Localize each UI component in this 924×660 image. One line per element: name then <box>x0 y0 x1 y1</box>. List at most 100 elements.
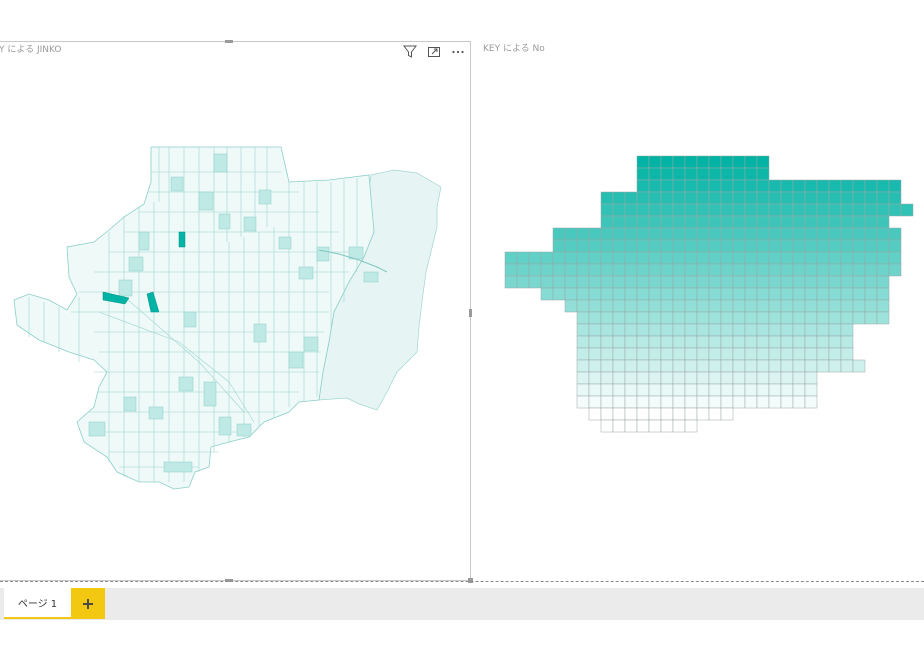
mesh-cell[interactable] <box>720 299 734 313</box>
mesh-cell[interactable] <box>648 239 662 253</box>
mesh-cell[interactable] <box>600 263 614 277</box>
mesh-cell[interactable] <box>804 371 818 385</box>
mesh-cell[interactable] <box>840 335 854 349</box>
mesh-cell[interactable] <box>864 203 878 217</box>
mesh-cell[interactable] <box>876 239 890 253</box>
mesh-cell[interactable] <box>612 239 626 253</box>
mesh-cell[interactable] <box>576 263 590 277</box>
mesh-cell[interactable] <box>684 155 698 169</box>
mesh-cell[interactable] <box>588 239 602 253</box>
mesh-cell[interactable] <box>840 251 854 265</box>
mesh-cell[interactable] <box>792 263 806 277</box>
mesh-cell[interactable] <box>828 347 842 361</box>
mesh-cell[interactable] <box>612 227 626 241</box>
mesh-cell[interactable] <box>636 275 650 289</box>
mesh-cell[interactable] <box>660 335 674 349</box>
mesh-cell[interactable] <box>756 299 770 313</box>
mesh-cell[interactable] <box>792 275 806 289</box>
mesh-cell[interactable] <box>588 407 602 421</box>
mesh-cell[interactable] <box>588 263 602 277</box>
mesh-cell[interactable] <box>756 251 770 265</box>
mesh-cell[interactable] <box>624 227 638 241</box>
mesh-cell[interactable] <box>816 191 830 205</box>
mesh-cell[interactable] <box>840 299 854 313</box>
mesh-cell[interactable] <box>684 407 698 421</box>
mesh-cell[interactable] <box>660 287 674 301</box>
mesh-cell[interactable] <box>804 251 818 265</box>
mesh-cell[interactable] <box>672 395 686 409</box>
mesh-cell[interactable] <box>648 299 662 313</box>
mesh-cell[interactable] <box>564 227 578 241</box>
mesh-cell[interactable] <box>876 299 890 313</box>
mesh-cell[interactable] <box>732 251 746 265</box>
mesh-cell[interactable] <box>744 275 758 289</box>
mesh-cell[interactable] <box>624 251 638 265</box>
mesh-cell[interactable] <box>816 347 830 361</box>
mesh-cell[interactable] <box>756 311 770 325</box>
mesh-cell[interactable] <box>672 203 686 217</box>
mesh-cell[interactable] <box>648 251 662 265</box>
mesh-cell[interactable] <box>708 227 722 241</box>
mesh-cell[interactable] <box>648 407 662 421</box>
mesh-cell[interactable] <box>684 275 698 289</box>
mesh-cell[interactable] <box>636 359 650 373</box>
mesh-cell[interactable] <box>588 227 602 241</box>
mesh-cell[interactable] <box>720 359 734 373</box>
mesh-cell[interactable] <box>684 335 698 349</box>
mesh-cell[interactable] <box>624 359 638 373</box>
mesh-cell[interactable] <box>756 395 770 409</box>
mesh-cell[interactable] <box>552 263 566 277</box>
mesh-cell[interactable] <box>600 335 614 349</box>
mesh-cell[interactable] <box>828 359 842 373</box>
mesh-cell[interactable] <box>720 395 734 409</box>
mesh-cell[interactable] <box>696 155 710 169</box>
mesh-cell[interactable] <box>504 251 518 265</box>
mesh-cell[interactable] <box>780 395 794 409</box>
mesh-cell[interactable] <box>780 227 794 241</box>
mesh-cell[interactable] <box>648 203 662 217</box>
mesh-cell[interactable] <box>816 311 830 325</box>
mesh-cell[interactable] <box>660 251 674 265</box>
mesh-cell[interactable] <box>672 251 686 265</box>
mesh-cell[interactable] <box>744 251 758 265</box>
mesh-cell[interactable] <box>840 263 854 277</box>
mesh-cell[interactable] <box>828 299 842 313</box>
mesh-cell[interactable] <box>660 155 674 169</box>
mesh-cell[interactable] <box>840 239 854 253</box>
mesh-cell[interactable] <box>576 323 590 337</box>
mesh-cell[interactable] <box>660 227 674 241</box>
mesh-cell[interactable] <box>600 239 614 253</box>
mesh-cell[interactable] <box>744 227 758 241</box>
mesh-cell[interactable] <box>708 239 722 253</box>
mesh-cell[interactable] <box>576 335 590 349</box>
mesh-cell[interactable] <box>660 311 674 325</box>
mesh-cell[interactable] <box>516 275 530 289</box>
mesh-cell[interactable] <box>684 299 698 313</box>
mesh-cell[interactable] <box>528 251 542 265</box>
mesh-cell[interactable] <box>840 275 854 289</box>
mesh-cell[interactable] <box>612 383 626 397</box>
mesh-cell[interactable] <box>672 179 686 193</box>
mesh-cell[interactable] <box>852 359 866 373</box>
mesh-cell[interactable] <box>600 323 614 337</box>
mesh-cell[interactable] <box>876 275 890 289</box>
mesh-cell[interactable] <box>816 215 830 229</box>
mesh-cell[interactable] <box>684 215 698 229</box>
mesh-cell[interactable] <box>648 263 662 277</box>
mesh-cell[interactable] <box>852 179 866 193</box>
mesh-cell[interactable] <box>780 359 794 373</box>
mesh-cell[interactable] <box>828 215 842 229</box>
mesh-cell[interactable] <box>864 251 878 265</box>
mesh-cell[interactable] <box>588 335 602 349</box>
mesh-cell[interactable] <box>684 383 698 397</box>
mesh-cell[interactable] <box>816 275 830 289</box>
mesh-cell[interactable] <box>600 311 614 325</box>
mesh-cell[interactable] <box>516 263 530 277</box>
mesh-cell[interactable] <box>636 287 650 301</box>
mesh-cell[interactable] <box>684 419 698 433</box>
mesh-cell[interactable] <box>684 311 698 325</box>
mesh-cell[interactable] <box>696 179 710 193</box>
mesh-cell[interactable] <box>684 167 698 181</box>
mesh-cell[interactable] <box>504 263 518 277</box>
mesh-cell[interactable] <box>708 263 722 277</box>
